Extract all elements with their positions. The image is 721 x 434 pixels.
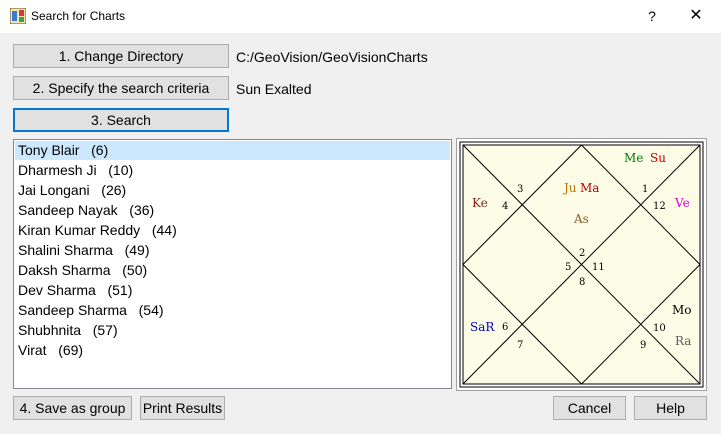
planet-me: Me xyxy=(624,151,643,165)
planet-ke: Ke xyxy=(472,196,488,210)
save-as-group-button[interactable]: 4. Save as group xyxy=(13,396,132,420)
print-results-button[interactable]: Print Results xyxy=(140,396,225,420)
list-item[interactable]: Virat (69) xyxy=(14,340,451,360)
planet-ve: Ve xyxy=(674,196,690,210)
app-icon xyxy=(10,8,26,24)
help-title-button[interactable]: ? xyxy=(640,6,664,26)
house-number-10: 10 xyxy=(653,323,666,334)
house-number-6: 6 xyxy=(502,322,508,333)
planet-as: As xyxy=(573,212,589,226)
planet-mo: Mo xyxy=(672,303,692,317)
house-number-3: 3 xyxy=(517,184,523,195)
chart-panel: 1 2 3 4 5 6 7 8 9 10 11 12 Me Su Ju Ma A… xyxy=(456,138,707,391)
house-number-12: 12 xyxy=(653,201,666,212)
planet-ra: Ra xyxy=(675,334,691,348)
planet-ju: Ju xyxy=(562,181,577,195)
close-button[interactable]: ✕ xyxy=(684,6,708,26)
change-directory-button[interactable]: 1. Change Directory xyxy=(13,44,229,68)
criteria-value: Sun Exalted xyxy=(236,81,312,97)
directory-path: C:/GeoVision/GeoVisionCharts xyxy=(236,49,428,65)
house-number-9: 9 xyxy=(640,340,646,351)
list-item[interactable]: Dharmesh Ji (10) xyxy=(14,160,451,180)
title-bar: Search for Charts ? ✕ xyxy=(0,0,721,33)
list-item[interactable]: Jai Longani (26) xyxy=(14,180,451,200)
cancel-button[interactable]: Cancel xyxy=(553,396,626,420)
window-title: Search for Charts xyxy=(31,9,126,23)
help-button[interactable]: Help xyxy=(634,396,707,420)
planet-sar: SaR xyxy=(470,320,495,334)
north-indian-chart: 1 2 3 4 5 6 7 8 9 10 11 12 Me Su Ju Ma A… xyxy=(459,141,704,388)
results-list[interactable]: Tony Blair (6) Dharmesh Ji (10) Jai Longan… xyxy=(13,139,452,389)
list-item[interactable]: Dev Sharma (51) xyxy=(14,280,451,300)
house-number-2: 2 xyxy=(579,248,585,259)
list-item[interactable]: Tony Blair (6) xyxy=(15,141,450,160)
specify-criteria-button[interactable]: 2. Specify the search criteria xyxy=(13,76,229,100)
house-number-1: 1 xyxy=(642,184,648,195)
list-item[interactable]: Sandeep Sharma (54) xyxy=(14,300,451,320)
house-number-8: 8 xyxy=(579,277,585,288)
house-number-5: 5 xyxy=(565,262,571,273)
list-item[interactable]: Kiran Kumar Reddy (44) xyxy=(14,220,451,240)
search-button[interactable]: 3. Search xyxy=(13,108,229,132)
house-number-7: 7 xyxy=(517,340,523,351)
list-item[interactable]: Shubhnita (57) xyxy=(14,320,451,340)
house-number-4: 4 xyxy=(502,201,508,212)
list-item[interactable]: Sandeep Nayak (36) xyxy=(14,200,451,220)
list-item[interactable]: Daksh Sharma (50) xyxy=(14,260,451,280)
planet-ma: Ma xyxy=(580,181,599,195)
house-number-11: 11 xyxy=(592,262,605,273)
list-item[interactable]: Shalini Sharma (49) xyxy=(14,240,451,260)
planet-su: Su xyxy=(650,151,666,165)
